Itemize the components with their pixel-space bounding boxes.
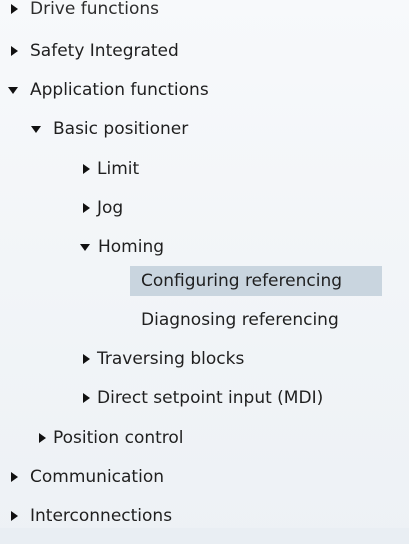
tree-item-label: Position control	[53, 428, 184, 448]
expand-arrow-right-icon[interactable]	[11, 472, 18, 482]
tree-item-interconnections[interactable]: Interconnections	[0, 499, 409, 533]
tree-item-communication[interactable]: Communication	[0, 460, 409, 494]
tree-item-label: Interconnections	[30, 506, 173, 526]
tree-item-label: Traversing blocks	[97, 349, 245, 369]
tree-item-jog[interactable]: Jog	[0, 191, 409, 225]
tree-item-label: Safety Integrated	[30, 41, 179, 61]
tree-item-safety-integrated[interactable]: Safety Integrated	[0, 34, 409, 68]
tree-item-label: Application functions	[30, 80, 209, 100]
expand-arrow-right-icon[interactable]	[39, 433, 46, 443]
expand-arrow-right-icon[interactable]	[11, 511, 18, 521]
tree-item-label: Communication	[30, 467, 164, 487]
expand-arrow-right-icon[interactable]	[11, 4, 18, 14]
tree-item-label: Jog	[97, 198, 124, 218]
collapse-arrow-down-icon[interactable]	[80, 244, 90, 251]
tree-item-drive-functions[interactable]: Drive functions	[0, 0, 409, 26]
expand-arrow-right-icon[interactable]	[83, 393, 90, 403]
tree-item-label: Basic positioner	[53, 119, 189, 139]
tree-item-homing[interactable]: Homing	[0, 230, 409, 264]
tree-item-label: Homing	[98, 237, 165, 257]
tree-item-position-control[interactable]: Position control	[0, 421, 409, 455]
tree-item-label: Configuring referencing	[141, 271, 343, 291]
expand-arrow-right-icon[interactable]	[83, 203, 90, 213]
collapse-arrow-down-icon[interactable]	[31, 126, 41, 133]
collapse-arrow-down-icon[interactable]	[8, 87, 18, 94]
tree-item-diagnosing-referencing[interactable]: Diagnosing referencing	[0, 303, 409, 337]
tree-item-configuring-referencing[interactable]: Configuring referencing	[0, 264, 409, 298]
expand-arrow-right-icon[interactable]	[11, 46, 18, 56]
tree-item-label: Drive functions	[30, 0, 160, 19]
expand-arrow-right-icon[interactable]	[83, 354, 90, 364]
tree-item-label: Direct setpoint input (MDI)	[97, 388, 324, 408]
tree-item-basic-positioner[interactable]: Basic positioner	[0, 112, 409, 146]
tree-item-label: Limit	[97, 159, 140, 179]
expand-arrow-right-icon[interactable]	[83, 164, 90, 174]
tree-item-traversing-blocks[interactable]: Traversing blocks	[0, 342, 409, 376]
tree-item-application-functions[interactable]: Application functions	[0, 73, 409, 107]
tree-item-direct-setpoint-input[interactable]: Direct setpoint input (MDI)	[0, 381, 409, 415]
tree-item-limit[interactable]: Limit	[0, 152, 409, 186]
tree-item-label: Diagnosing referencing	[141, 310, 339, 330]
